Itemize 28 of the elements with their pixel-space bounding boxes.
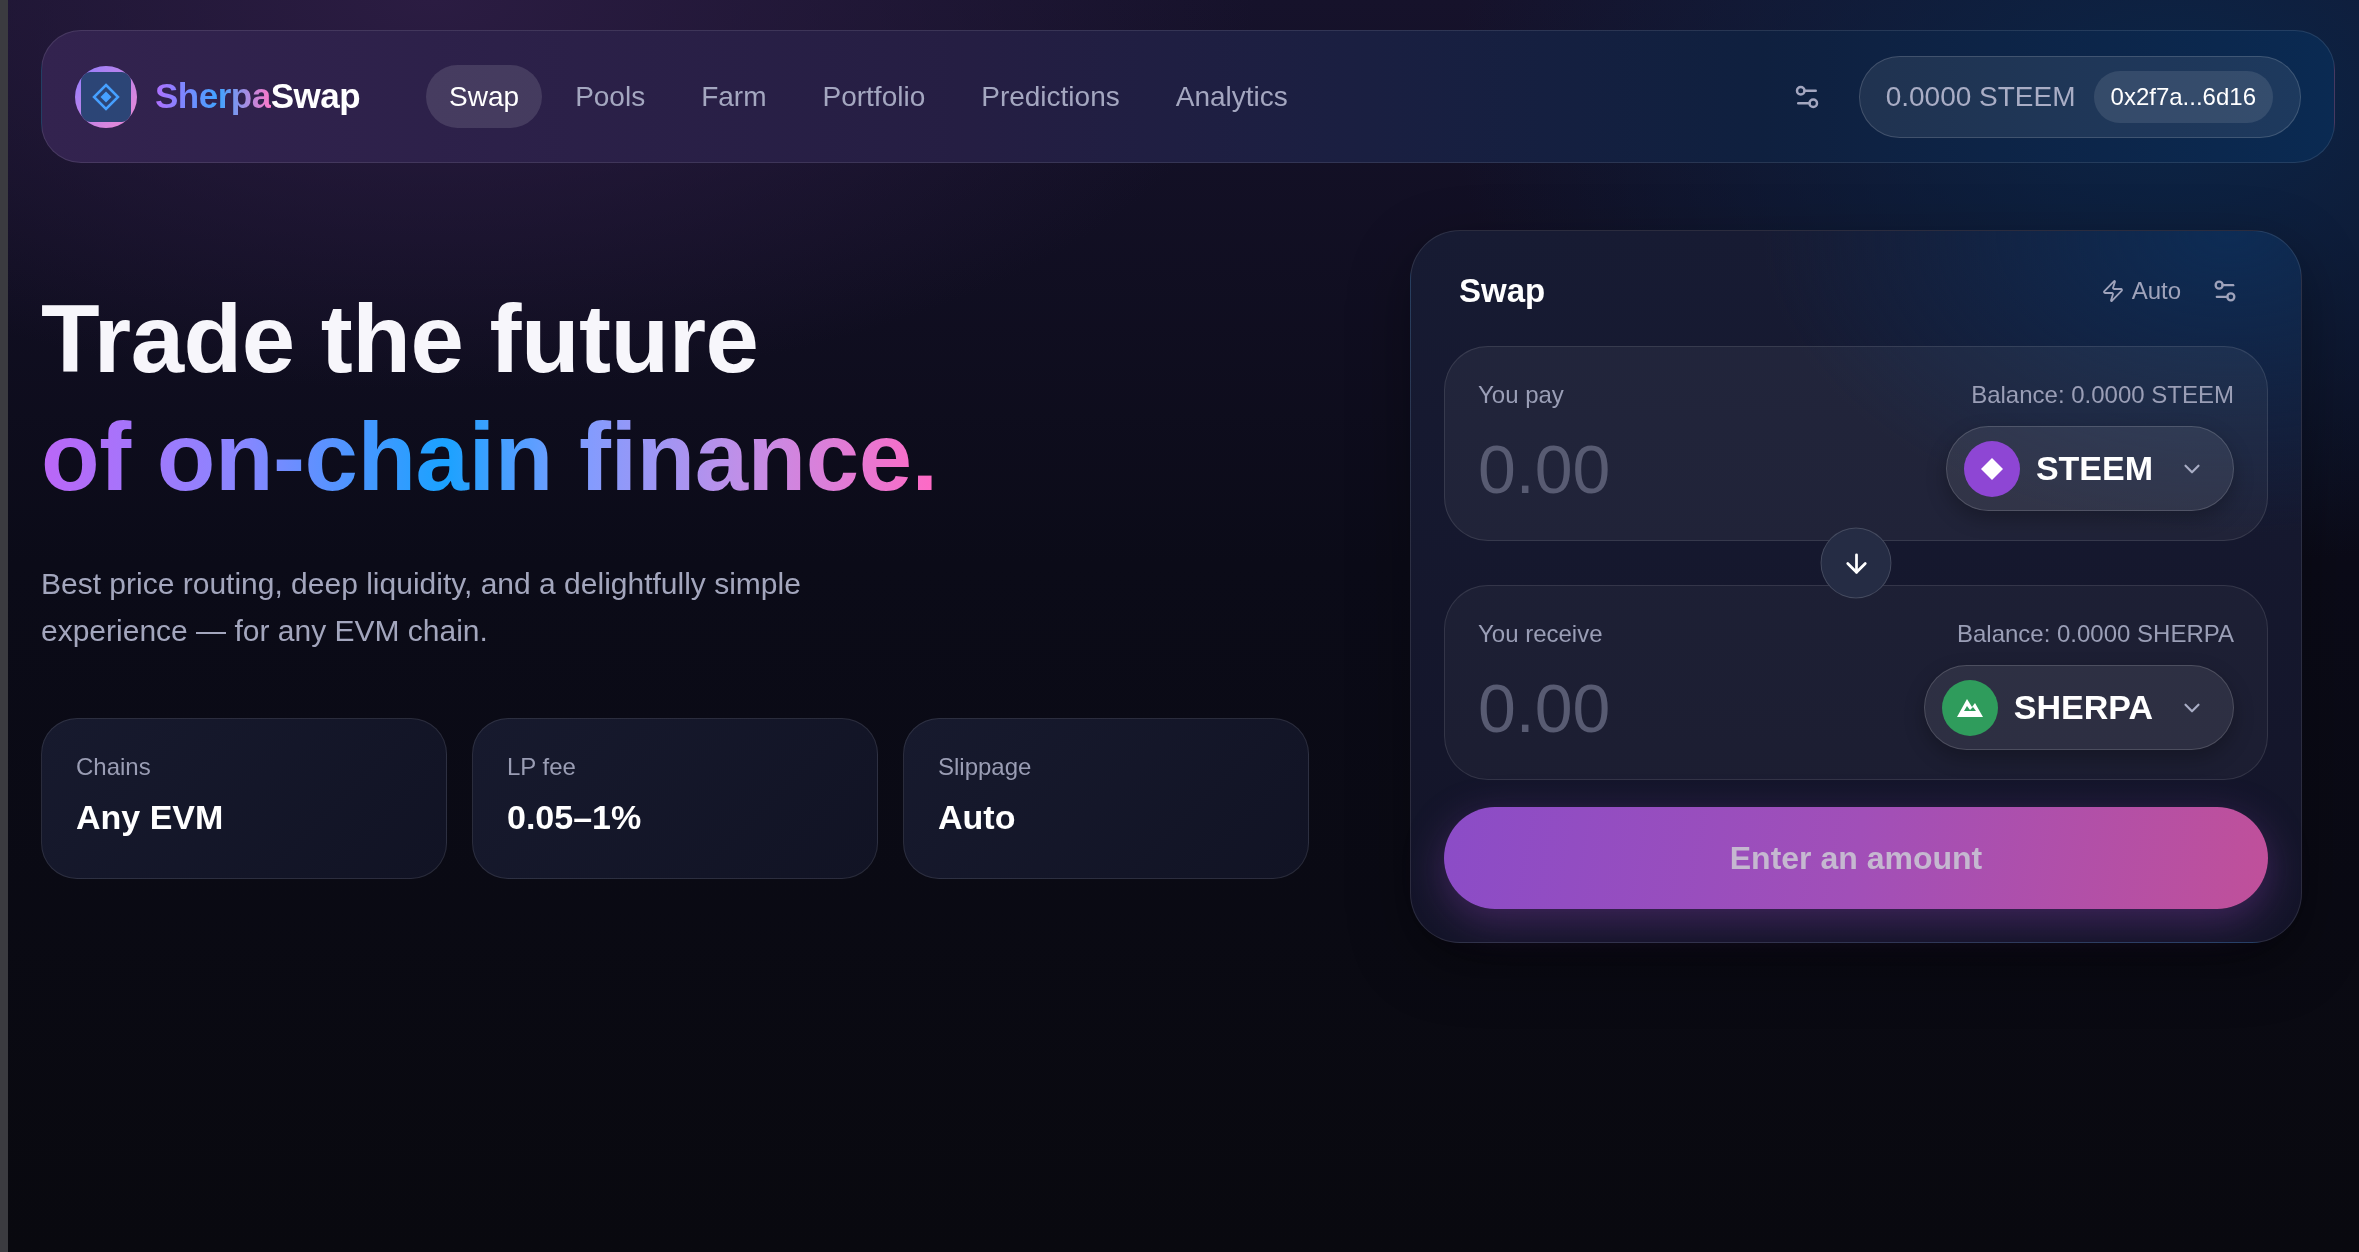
nav-tab[interactable]: Analytics [1152,65,1311,128]
nav-tab[interactable]: Farm [678,65,790,128]
stat-value: Any EVM [76,797,224,837]
wallet-balance: 0.0000 STEEM [1885,79,2076,114]
nav-tab[interactable]: Swap [426,65,543,128]
token-select-button[interactable]: STEEM [1945,426,2234,511]
token-select-button[interactable]: SHERPA [1923,665,2234,750]
address-button[interactable]: 0x2f7a...6d16 [2093,70,2273,123]
amount-input[interactable]: 0.00 [1478,667,1858,748]
panel-label: You pay [1478,380,1564,410]
stat-label: LP fee [507,752,576,782]
hero-subtitle: Best price routing, deep liquidity, and a delightfully simple experience — for any EVM chain. [41,566,802,649]
nav-tab[interactable]: Pools [552,65,669,128]
headline: Trade the future [41,284,759,394]
token-balance: Balance: 0.0000 STEEM [1971,380,2234,410]
stat-label: Chains [76,752,151,782]
stat-value: Auto [938,797,1016,837]
nav-tab[interactable]: Predictions [958,65,1143,128]
logo-icon [75,65,137,128]
stat-value: 0.05–1% [507,797,642,837]
auto-mode-button[interactable]: Auto [2100,273,2181,309]
panel-label: You receive [1478,619,1603,649]
token-balance: Balance: 0.0000 SHERPA [1956,619,2234,649]
stat-label: Slippage [938,752,1032,782]
lightning-icon [2100,279,2125,303]
nav-tab[interactable]: Portfolio [799,65,949,128]
amount-input[interactable]: 0.00 [1478,428,1858,509]
swap-title: Swap [1459,271,1546,312]
